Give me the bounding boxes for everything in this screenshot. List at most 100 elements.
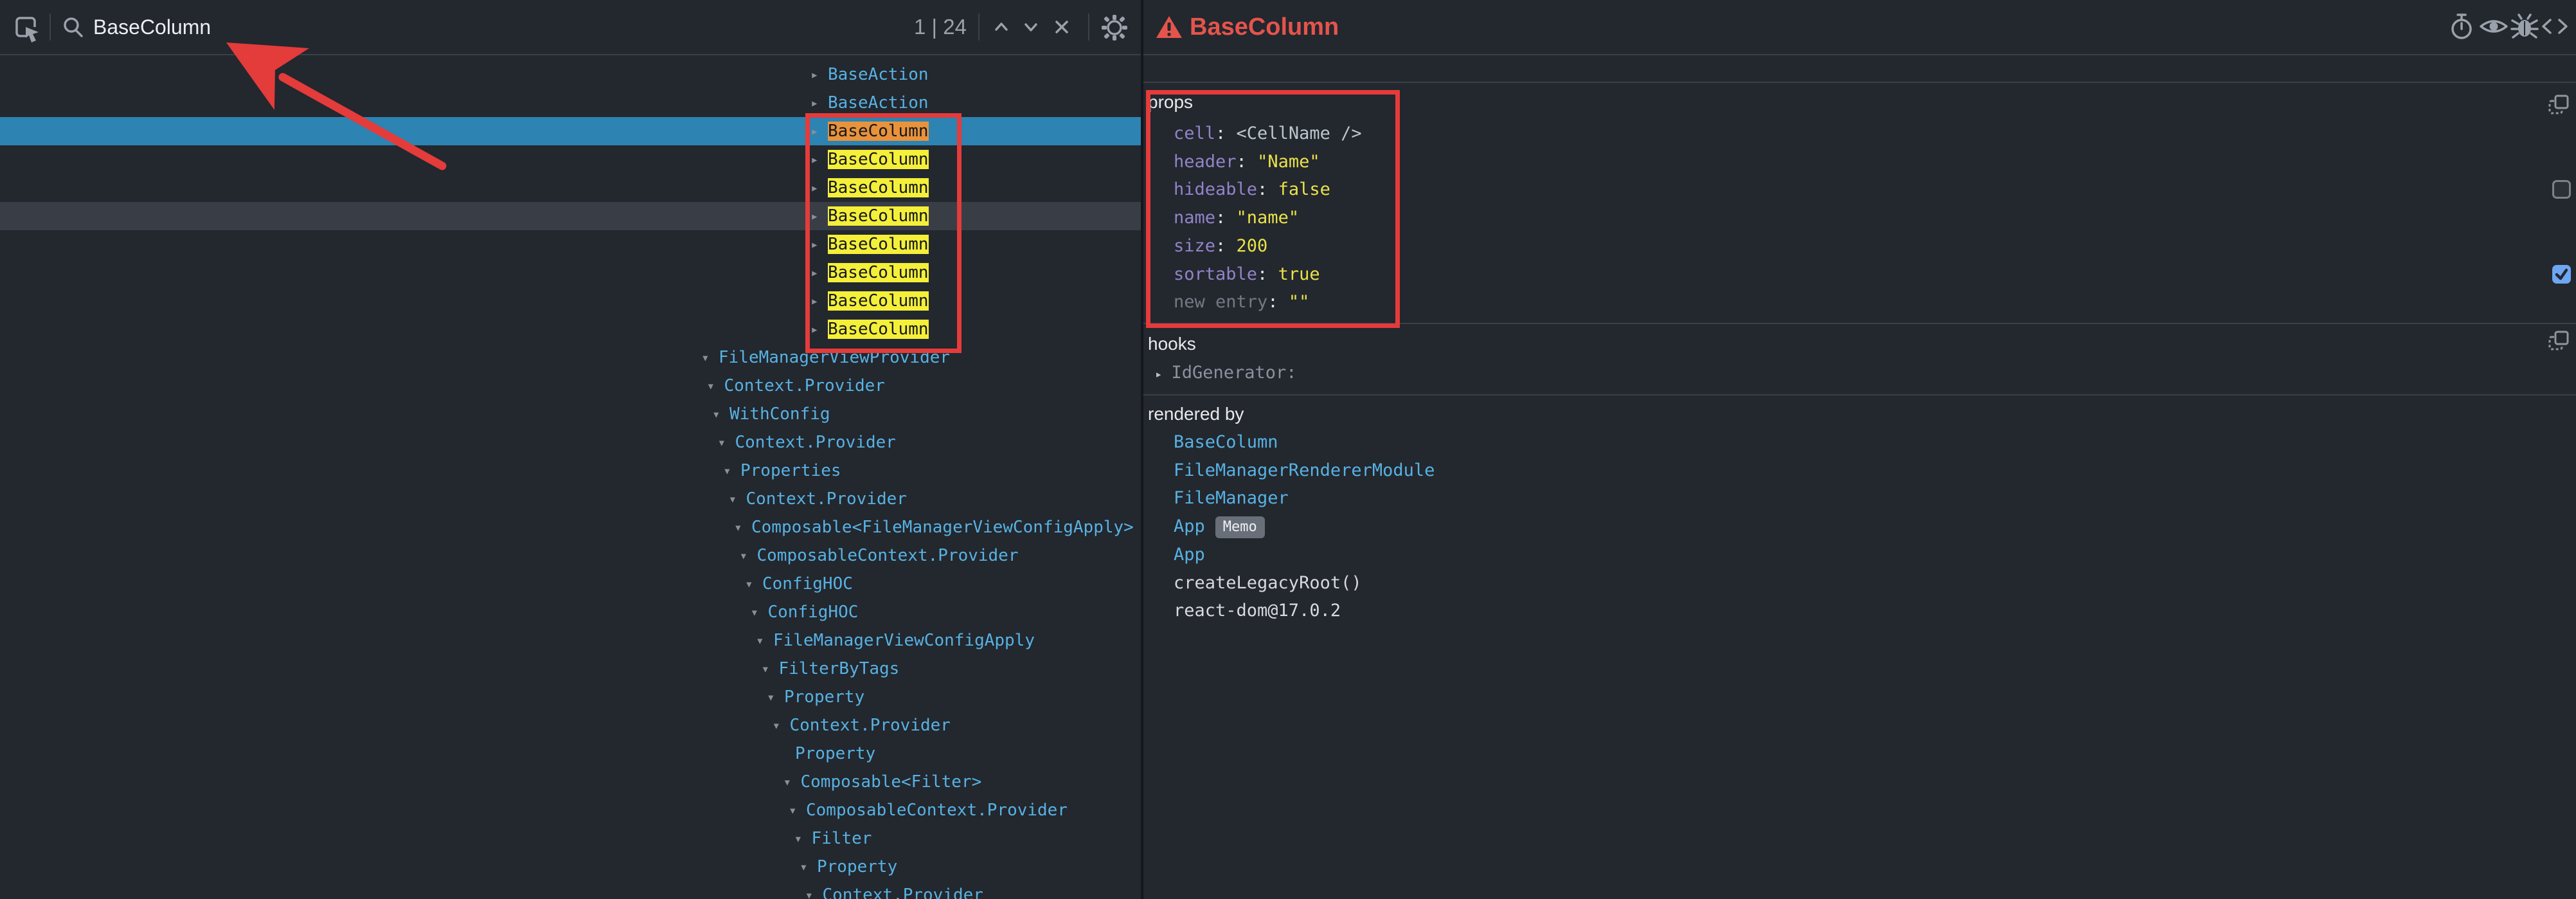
rendered-by-link[interactable]: BaseColumn bbox=[1174, 428, 1278, 457]
inspect-element-icon[interactable] bbox=[13, 14, 41, 42]
tree-row[interactable]: ▾ConfigHOC bbox=[0, 570, 1141, 598]
tree-row[interactable]: ▾ConfigHOC bbox=[0, 598, 1141, 626]
tree-row[interactable]: ▾FileManagerViewProvider bbox=[0, 343, 1141, 372]
prop-row[interactable]: new entry: "" bbox=[1143, 288, 2576, 316]
prop-checkbox-checked[interactable] bbox=[2552, 265, 2571, 284]
previous-match-icon[interactable] bbox=[988, 14, 1014, 40]
tree-row[interactable]: ▸BaseColumn bbox=[0, 117, 1141, 145]
prop-row[interactable]: hideable: false bbox=[1143, 176, 2576, 204]
tree-row[interactable]: ▸BaseColumn bbox=[0, 202, 1141, 230]
tree-row[interactable]: Property bbox=[0, 740, 1141, 768]
expand-arrow-icon[interactable]: ▸ bbox=[810, 89, 819, 117]
code-brackets-icon[interactable] bbox=[2539, 11, 2570, 42]
prop-value[interactable]: "" bbox=[1289, 292, 1310, 312]
tree-row-label: BaseColumn bbox=[828, 287, 929, 315]
clear-search-icon[interactable] bbox=[1049, 14, 1075, 40]
prop-value[interactable]: true bbox=[1278, 264, 1320, 284]
collapse-arrow-icon[interactable]: ▾ bbox=[783, 768, 792, 796]
prop-value[interactable]: 200 bbox=[1237, 236, 1268, 256]
collapse-arrow-icon[interactable]: ▾ bbox=[718, 428, 726, 457]
component-name: ComposableContext.Provider bbox=[806, 801, 1068, 820]
expand-arrow-icon[interactable]: ▸ bbox=[810, 259, 819, 287]
collapse-arrow-icon[interactable]: ▾ bbox=[734, 513, 742, 541]
prop-value[interactable]: <CellName /> bbox=[1237, 123, 1362, 143]
collapse-arrow-icon[interactable]: ▾ bbox=[723, 457, 731, 485]
tree-row[interactable]: ▾Context.Provider bbox=[0, 428, 1141, 457]
copy-props-icon[interactable] bbox=[2548, 94, 2570, 116]
tree-row[interactable]: ▾FileManagerViewConfigApply bbox=[0, 626, 1141, 655]
tree-row[interactable]: ▾ComposableContext.Provider bbox=[0, 541, 1141, 570]
rendered-by-link[interactable]: App bbox=[1174, 541, 1205, 569]
tree-row[interactable]: ▸ BaseColumn bbox=[0, 287, 1141, 315]
collapse-arrow-icon[interactable]: ▾ bbox=[767, 683, 775, 711]
prop-value[interactable]: "name" bbox=[1237, 208, 1300, 228]
tree-row[interactable]: ▾FilterByTags bbox=[0, 655, 1141, 683]
bug-icon[interactable] bbox=[2509, 11, 2540, 42]
tree-row[interactable]: ▾Property bbox=[0, 853, 1141, 881]
toolbar-separator bbox=[1088, 14, 1089, 41]
tree-row[interactable]: ▾Context.Provider bbox=[0, 881, 1141, 899]
collapse-arrow-icon[interactable]: ▾ bbox=[740, 541, 748, 570]
eye-icon[interactable] bbox=[2478, 11, 2509, 42]
expand-arrow-icon[interactable]: ▸ bbox=[810, 202, 819, 230]
prop-row[interactable]: name: "name" bbox=[1143, 204, 2576, 232]
tree-row[interactable]: ▾Context.Provider bbox=[0, 711, 1141, 740]
collapse-arrow-icon[interactable]: ▾ bbox=[805, 881, 814, 899]
collapse-arrow-icon[interactable]: ▾ bbox=[756, 626, 764, 655]
next-match-icon[interactable] bbox=[1018, 14, 1044, 40]
collapse-arrow-icon[interactable]: ▾ bbox=[773, 711, 781, 740]
copy-hooks-icon[interactable] bbox=[2548, 330, 2570, 352]
search-input[interactable]: BaseColumn bbox=[93, 0, 211, 54]
settings-gear-icon[interactable] bbox=[1099, 12, 1130, 43]
collapse-arrow-icon[interactable]: ▾ bbox=[701, 343, 710, 372]
prop-row[interactable]: cell: <CellName /> bbox=[1143, 120, 2576, 148]
tree-row[interactable]: ▸BaseColumn bbox=[0, 145, 1141, 174]
tree-row[interactable]: ▾Context.Provider bbox=[0, 372, 1141, 400]
tree-row[interactable]: ▾ Filter bbox=[0, 824, 1141, 853]
expand-arrow-icon[interactable]: ▸ bbox=[810, 60, 819, 89]
rendered-by-link[interactable]: AppMemo bbox=[1174, 513, 1265, 541]
component-name: Filter bbox=[812, 829, 872, 848]
collapse-arrow-icon[interactable]: ▾ bbox=[712, 400, 720, 428]
collapse-arrow-icon[interactable]: ▾ bbox=[751, 598, 759, 626]
prop-row[interactable]: sortable: true bbox=[1143, 260, 2576, 289]
collapse-arrow-icon[interactable]: ▾ bbox=[789, 796, 797, 824]
collapse-arrow-icon[interactable]: ▾ bbox=[745, 570, 753, 598]
collapse-arrow-icon[interactable]: ▾ bbox=[794, 824, 803, 853]
rendered-by-link[interactable]: FileManagerRendererModule bbox=[1174, 457, 1435, 485]
expand-arrow-icon[interactable]: ▸ bbox=[810, 287, 819, 315]
collapse-arrow-icon[interactable]: ▾ bbox=[707, 372, 715, 400]
prop-value[interactable]: "Name" bbox=[1257, 152, 1320, 172]
expand-arrow-icon[interactable]: ▸ bbox=[1155, 367, 1162, 381]
hook-row[interactable]: ▸IdGenerator: bbox=[1143, 359, 2576, 387]
expand-arrow-icon[interactable]: ▸ bbox=[810, 174, 819, 202]
prop-checkbox-unchecked[interactable] bbox=[2552, 180, 2571, 199]
tree-row[interactable]: ▸BaseAction bbox=[0, 89, 1141, 117]
collapse-arrow-icon[interactable]: ▾ bbox=[762, 655, 770, 683]
tree-row[interactable]: ▸BaseColumn bbox=[0, 230, 1141, 259]
tree-row[interactable]: ▾WithConfig bbox=[0, 400, 1141, 428]
collapse-arrow-icon[interactable]: ▾ bbox=[729, 485, 737, 513]
collapse-arrow-icon[interactable]: ▾ bbox=[800, 853, 808, 881]
tree-row[interactable]: ▸BaseColumn bbox=[0, 315, 1141, 343]
prop-row[interactable]: size: 200 bbox=[1143, 232, 2576, 260]
tree-row[interactable]: ▾Context.Provider bbox=[0, 485, 1141, 513]
prop-key: name bbox=[1174, 208, 1215, 228]
tree-row[interactable]: ▾Property bbox=[0, 683, 1141, 711]
expand-arrow-icon[interactable]: ▸ bbox=[810, 315, 819, 343]
tree-row[interactable]: ▸BaseAction bbox=[0, 60, 1141, 89]
expand-arrow-icon[interactable]: ▸ bbox=[810, 145, 819, 174]
tree-row[interactable]: ▾Properties bbox=[0, 457, 1141, 485]
tree-row[interactable]: ▾Composable<Filter> bbox=[0, 768, 1141, 796]
expand-arrow-icon[interactable]: ▸ bbox=[810, 117, 819, 145]
expand-arrow-icon[interactable]: ▸ bbox=[810, 230, 819, 259]
tree-row[interactable]: ▾ ComposableContext.Provider bbox=[0, 796, 1141, 824]
rendered-by-link[interactable]: FileManager bbox=[1174, 484, 1289, 513]
tree-row[interactable]: ▸BaseColumn bbox=[0, 259, 1141, 287]
tree-row[interactable]: ▸BaseColumn bbox=[0, 174, 1141, 202]
search-match-highlight: BaseColumn bbox=[828, 291, 929, 311]
stopwatch-icon[interactable] bbox=[2446, 11, 2477, 42]
prop-row[interactable]: header: "Name" bbox=[1143, 148, 2576, 176]
tree-row[interactable]: ▾Composable<FileManagerViewConfigApply> bbox=[0, 513, 1141, 541]
prop-value[interactable]: false bbox=[1278, 179, 1330, 199]
